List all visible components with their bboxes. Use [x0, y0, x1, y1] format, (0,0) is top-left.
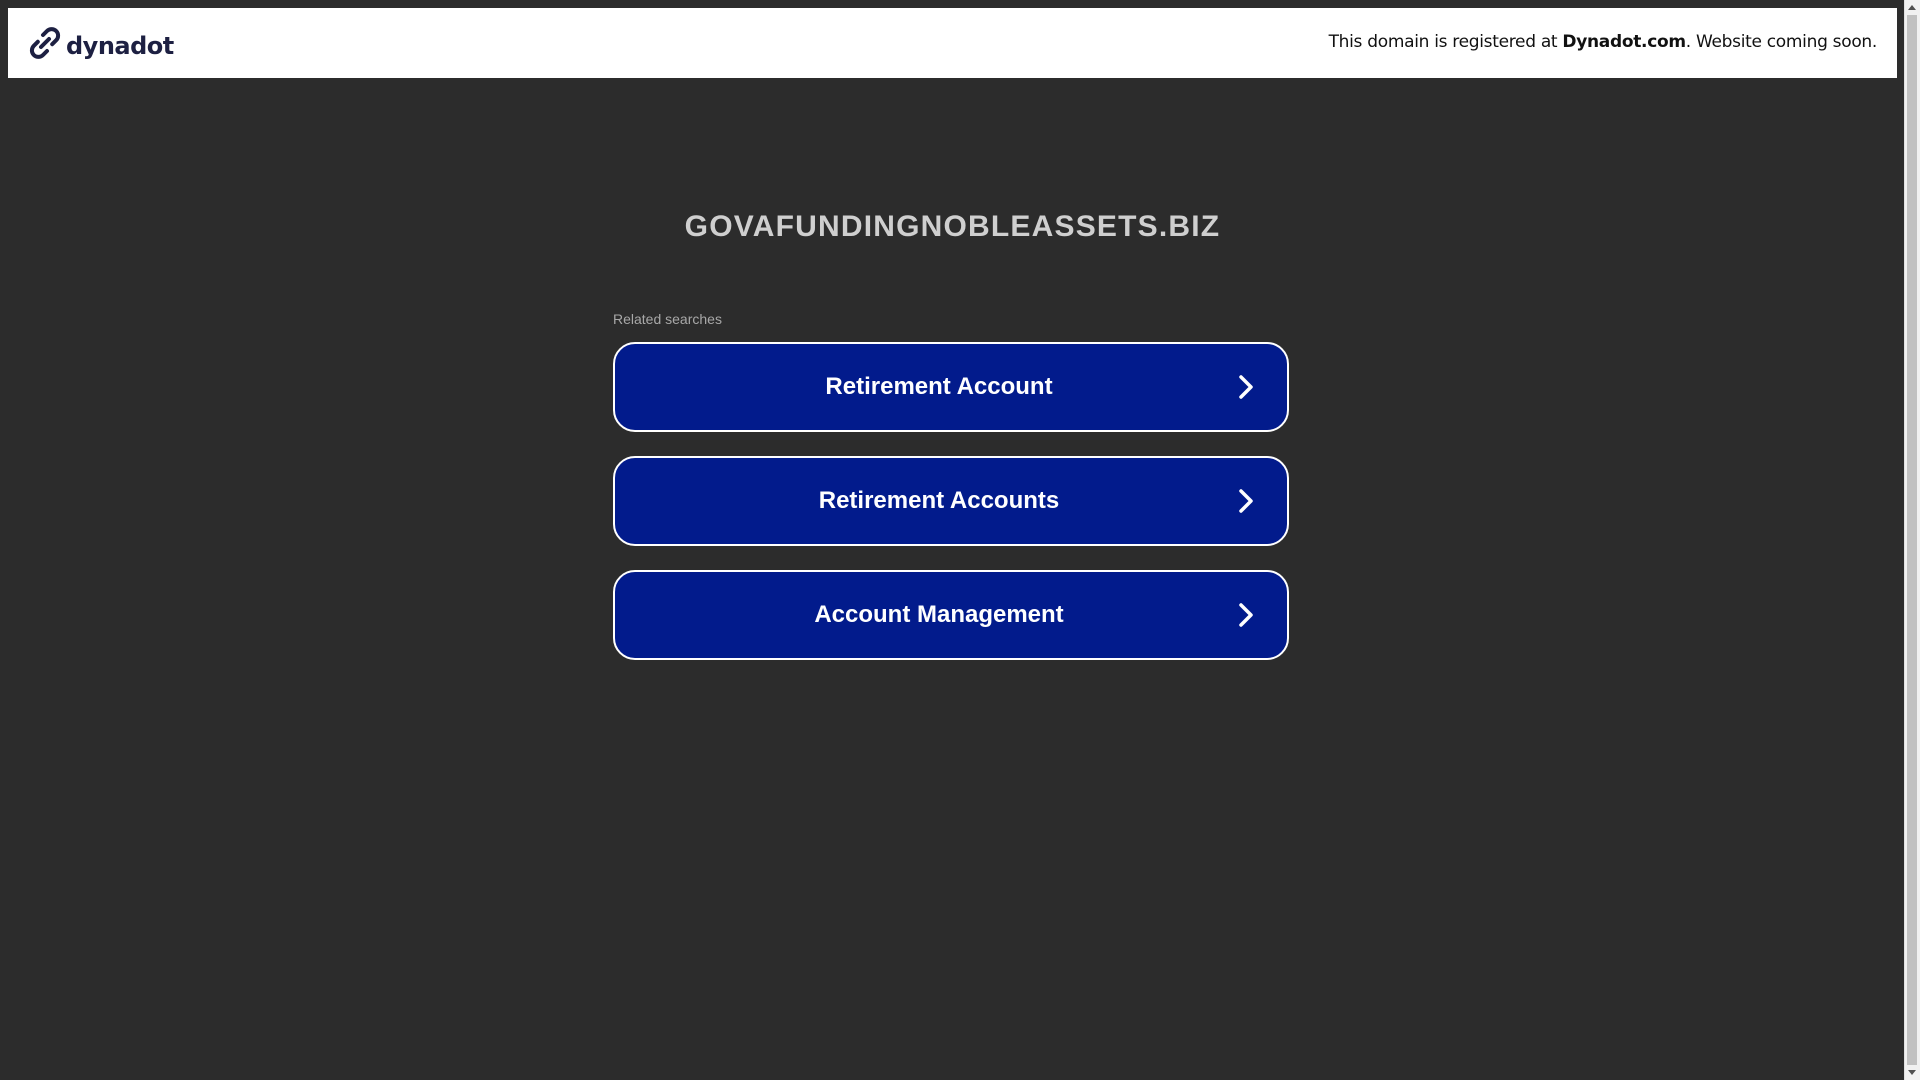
vertical-scrollbar[interactable]	[1904, 0, 1920, 1080]
scroll-down-arrow-icon[interactable]	[1908, 1070, 1916, 1075]
notice-suffix: . Website coming soon.	[1685, 32, 1878, 52]
scroll-up-arrow-icon[interactable]	[1908, 5, 1916, 10]
search-button-retirement-account[interactable]: Retirement Account	[613, 342, 1289, 432]
search-button-label: Retirement Account	[825, 373, 1053, 400]
top-banner: dynadot This domain is registered at Dyn…	[8, 8, 1897, 78]
search-button-account-management[interactable]: Account Management	[613, 570, 1289, 660]
search-button-retirement-accounts[interactable]: Retirement Accounts	[613, 456, 1289, 546]
dynadot-logo[interactable]: dynadot	[28, 26, 174, 65]
search-button-label: Retirement Accounts	[818, 487, 1060, 514]
scrollbar-thumb[interactable]	[1907, 15, 1917, 1065]
chevron-right-icon	[1239, 603, 1253, 627]
logo-text: dynadot	[66, 31, 174, 60]
chevron-right-icon	[1239, 489, 1253, 513]
dynadot-link-logo-icon	[28, 26, 62, 65]
notice-prefix: This domain is registered at	[1328, 32, 1563, 52]
domain-title: GOVAFUNDINGNOBLEASSETS.BIZ	[684, 210, 1221, 243]
notice-brand-link[interactable]: Dynadot.com	[1562, 32, 1686, 52]
search-button-label: Account Management	[814, 601, 1064, 628]
related-searches-label: Related searches	[613, 311, 722, 327]
chevron-right-icon	[1239, 375, 1253, 399]
registration-notice: This domain is registered at Dynadot.com…	[1328, 32, 1878, 52]
